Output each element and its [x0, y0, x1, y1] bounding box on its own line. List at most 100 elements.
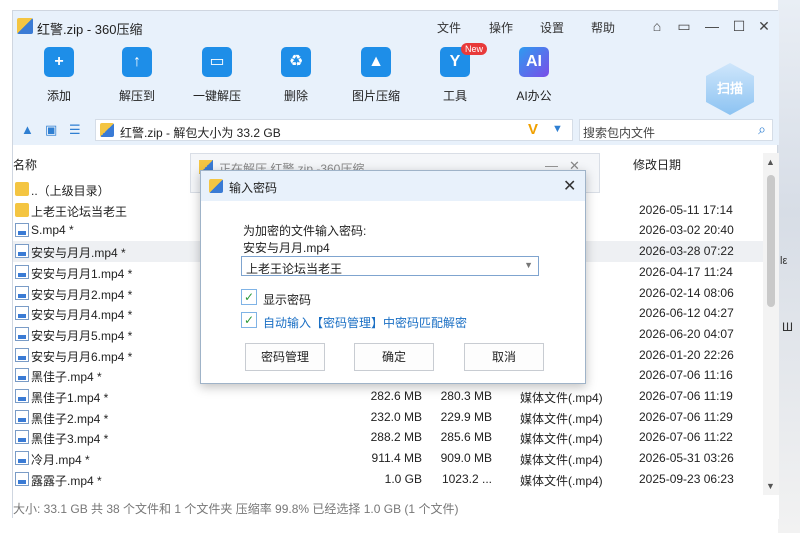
scroll-up-icon[interactable]: ▲ — [766, 157, 775, 167]
ok-button[interactable]: 确定 — [354, 343, 434, 371]
modified-date: 2025-09-23 06:23 — [639, 471, 734, 486]
file-type: 媒体文件(.mp4) — [520, 473, 603, 488]
video-file-icon — [15, 347, 29, 362]
extract-to-button[interactable]: ↑ 解压到 — [105, 47, 169, 104]
tools-label: 工具 — [442, 89, 467, 103]
ai-icon: AI — [519, 47, 549, 77]
file-name: 黑佳子1.mp4 * — [31, 391, 109, 405]
dialog-close-button[interactable]: ✕ — [563, 176, 576, 196]
modified-date: 2026-04-17 11:24 — [639, 264, 733, 279]
file-type: 媒体文件(.mp4) — [520, 432, 603, 447]
file-size: 232.0 MB — [370, 409, 422, 424]
feedback-icon[interactable]: ▭ — [676, 18, 692, 34]
background-desktop: lε Ш — [778, 0, 800, 533]
modified-date: 2026-07-06 11:16 — [639, 368, 733, 383]
path-dropdown-icon[interactable]: ▼ — [552, 123, 563, 135]
video-file-icon — [15, 326, 29, 341]
file-name: 安安与月月.mp4 * — [31, 246, 126, 261]
v-logo-icon[interactable]: V — [528, 121, 538, 138]
modified-date: 2026-06-20 04:07 — [639, 326, 734, 341]
table-row[interactable]: 冷月.mp4 * 911.4 MB 909.0 MB 媒体文件(.mp4) 2026-0… — [13, 448, 763, 469]
modified-date: 2026-02-14 08:06 — [639, 285, 734, 300]
file-name: ..（上级目录） — [31, 184, 110, 198]
app-logo-icon — [17, 18, 33, 34]
file-name: 露露子.mp4 * — [31, 473, 102, 488]
one-click-extract-button[interactable]: ▭ 一键解压 — [185, 47, 249, 104]
video-file-icon — [15, 244, 29, 259]
file-name: 安安与月月2.mp4 * — [31, 287, 133, 302]
new-badge: New — [461, 43, 488, 55]
file-name: 冷月.mp4 * — [31, 453, 90, 468]
table-row[interactable]: 黑佳子3.mp4 * 288.2 MB 285.6 MB 媒体文件(.mp4) 2026… — [13, 427, 763, 448]
search-field[interactable]: 搜索包内文件 ⌕ — [579, 119, 773, 141]
delete-label: 删除 — [283, 89, 308, 103]
menu-settings[interactable]: 设置 — [540, 19, 564, 36]
column-date[interactable]: 修改日期 — [633, 156, 681, 173]
window-title: 红警.zip - 360压缩 — [37, 22, 143, 37]
video-file-icon — [15, 306, 29, 321]
video-file-icon — [15, 223, 29, 238]
extract-icon: ↑ — [122, 47, 152, 77]
password-value: 上老王论坛当老王 — [246, 262, 343, 276]
packed-size: 280.3 MB — [440, 389, 492, 403]
scan-button[interactable]: 扫描 — [706, 63, 754, 115]
show-password-checkbox[interactable]: ✓ — [241, 289, 257, 305]
table-row[interactable]: 黑佳子1.mp4 * 282.6 MB 280.3 MB 媒体文件(.mp4) 2026… — [13, 386, 763, 407]
vertical-scrollbar[interactable]: ▲ ▼ — [763, 153, 779, 495]
table-row[interactable]: 黑佳子2.mp4 * 232.0 MB 229.9 MB 媒体文件(.mp4) 2026… — [13, 407, 763, 428]
password-input[interactable]: 上老王论坛当老王 ▼ — [241, 256, 539, 276]
encrypted-filename: 安安与月月.mp4 — [243, 241, 330, 255]
address-bar: ▲ ▣ ☰ 红警.zip - 解包大小为 33.2 GB V ▼ 搜索包内文件 … — [13, 115, 779, 145]
show-password-label: 显示密码 — [263, 293, 312, 307]
zip-icon — [100, 123, 114, 137]
tools-button[interactable]: Y New 工具 — [423, 43, 488, 104]
modified-date: 2026-06-12 04:27 — [639, 306, 734, 321]
modified-date: 2026-03-02 20:40 — [639, 223, 734, 238]
add-label: 添加 — [46, 89, 71, 103]
video-file-icon — [15, 409, 29, 424]
file-name: S.mp4 * — [31, 223, 74, 238]
file-size: 1.0 GB — [384, 471, 422, 486]
video-file-icon — [15, 285, 29, 300]
maximize-button[interactable]: ☐ — [731, 18, 747, 34]
skin-icon[interactable]: ⌂ — [649, 18, 665, 34]
one-click-extract-label: 一键解压 — [192, 89, 241, 103]
video-file-icon — [15, 471, 29, 486]
toolbar: + 添加 ↑ 解压到 ▭ 一键解压 ♻ 删除 ▲ 图片压缩 Y New 工具 A… — [13, 41, 779, 115]
path-field[interactable]: 红警.zip - 解包大小为 33.2 GB V ▼ — [95, 119, 573, 141]
column-name[interactable]: 名称 — [13, 156, 37, 173]
menu-help[interactable]: 帮助 — [591, 19, 615, 36]
video-file-icon — [15, 264, 29, 279]
folder-icon — [15, 182, 29, 196]
view-thumbnail-icon[interactable]: ▣ — [45, 123, 59, 137]
search-icon[interactable]: ⌕ — [758, 121, 766, 138]
packed-size: 285.6 MB — [440, 430, 492, 445]
password-manager-button[interactable]: 密码管理 — [245, 343, 325, 371]
ai-office-button[interactable]: AI AI办公 — [502, 47, 566, 104]
extract-to-label: 解压到 — [118, 89, 155, 103]
video-file-icon — [15, 451, 29, 466]
minimize-button[interactable]: — — [704, 18, 720, 34]
status-text: 大小: 33.1 GB 共 38 个文件和 1 个文件夹 压缩率 99.8% 已… — [13, 502, 459, 516]
image-compress-button[interactable]: ▲ 图片压缩 — [344, 47, 408, 104]
cancel-button[interactable]: 取消 — [464, 343, 544, 371]
close-button[interactable]: ✕ — [756, 18, 772, 34]
video-file-icon — [15, 368, 29, 383]
scroll-down-icon[interactable]: ▼ — [766, 481, 775, 491]
delete-button[interactable]: ♻ 删除 — [264, 47, 328, 104]
plus-icon: + — [44, 47, 74, 77]
modified-date: 2026-03-28 07:22 — [639, 244, 734, 259]
auto-input-checkbox[interactable]: ✓ — [241, 312, 257, 328]
trash-icon: ♻ — [281, 47, 311, 77]
file-type: 媒体文件(.mp4) — [520, 453, 603, 468]
modified-date: 2026-07-06 11:19 — [639, 389, 733, 403]
scroll-thumb[interactable] — [767, 175, 775, 307]
up-arrow-icon[interactable]: ▲ — [21, 123, 35, 137]
password-dropdown-icon[interactable]: ▼ — [524, 260, 533, 270]
menu-file[interactable]: 文件 — [437, 19, 461, 36]
view-list-icon[interactable]: ☰ — [69, 123, 83, 137]
file-name: 黑佳子3.mp4 * — [31, 432, 109, 447]
table-row[interactable]: 露露子.mp4 * 1.0 GB 1023.2 ... 媒体文件(.mp4) 2025-… — [13, 469, 763, 490]
menu-operate[interactable]: 操作 — [489, 19, 513, 36]
add-button[interactable]: + 添加 — [27, 47, 91, 104]
